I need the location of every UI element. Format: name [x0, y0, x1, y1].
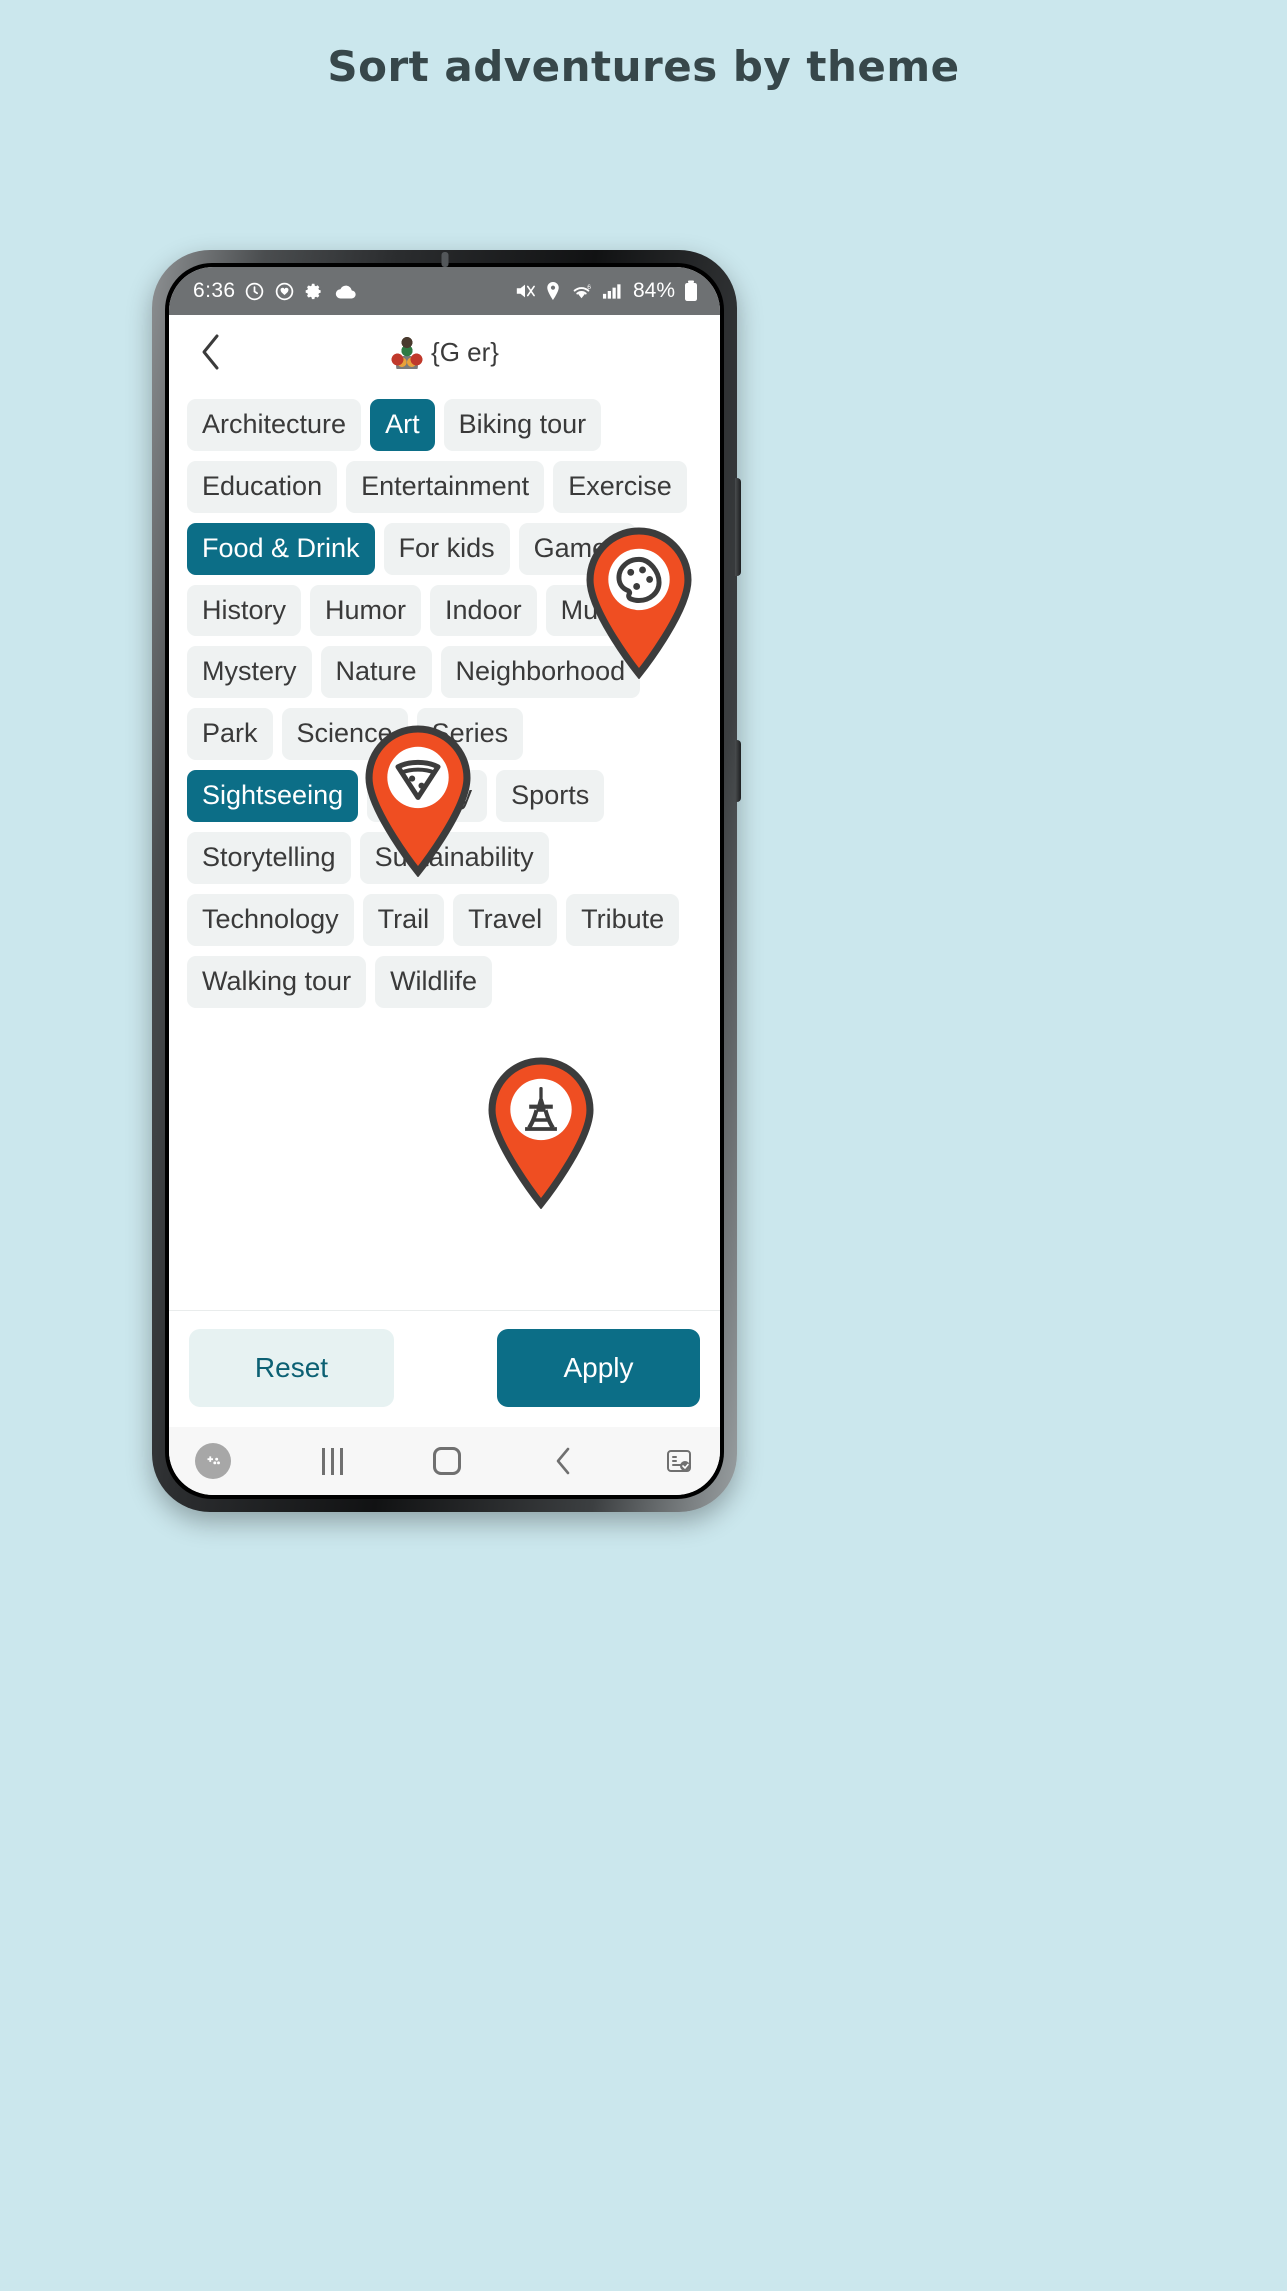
family-icon	[390, 335, 425, 369]
chip-sustainability[interactable]: Sustainability	[359, 832, 549, 884]
signal-icon	[602, 281, 623, 301]
chip-storytelling[interactable]: Storytelling	[187, 832, 351, 884]
keyboard-switch-icon[interactable]	[664, 1446, 694, 1476]
back-button[interactable]	[189, 330, 233, 374]
location-icon	[545, 281, 561, 302]
recents-icon[interactable]	[321, 1447, 343, 1475]
chip-mystery[interactable]: Mystery	[187, 646, 312, 699]
game-launcher-icon[interactable]	[195, 1443, 231, 1479]
chip-art[interactable]: Art	[370, 399, 435, 451]
chip-for-kids[interactable]: For kids	[383, 522, 510, 575]
chip-food-drink[interactable]: Food & Drink	[187, 522, 375, 575]
chip-tribute[interactable]: Tribute	[566, 893, 680, 946]
heart-icon	[274, 281, 295, 302]
chip-container: Architecture Art Biking tour Education Enter…	[187, 399, 702, 1008]
chip-series[interactable]: Series	[416, 708, 524, 761]
chip-architecture[interactable]: Architecture	[187, 399, 362, 451]
chip-history[interactable]: History	[187, 584, 302, 637]
chip-wildlife[interactable]: Wildlife	[375, 955, 493, 1008]
chip-trail[interactable]: Trail	[362, 893, 445, 946]
chip-travel[interactable]: Travel	[453, 893, 558, 946]
power-button[interactable]	[735, 740, 741, 802]
phone-mockup: 6:36 6 84% {G er} Architecture Art Bikin…	[152, 250, 741, 1512]
alarm-icon	[244, 281, 265, 302]
chip-science[interactable]: Science	[281, 708, 408, 761]
app-bar: {G er}	[169, 315, 720, 389]
status-bar-left: 6:36	[193, 279, 358, 303]
home-icon[interactable]	[433, 1447, 461, 1475]
status-bar-right: 6 84%	[514, 279, 698, 303]
chip-walking-tour[interactable]: Walking tour	[187, 955, 367, 1008]
battery-icon	[684, 280, 698, 302]
filter-actions: Reset Apply	[169, 1310, 720, 1427]
chip-biking-tour[interactable]: Biking tour	[443, 399, 602, 451]
chip-park[interactable]: Park	[187, 708, 273, 761]
earpiece-speaker	[441, 252, 448, 267]
volume-button[interactable]	[735, 478, 741, 576]
wifi-icon: 6	[570, 281, 593, 301]
apply-button[interactable]: Apply	[497, 1329, 700, 1407]
chip-sightseeing[interactable]: Sightseeing	[187, 770, 359, 823]
svg-text:6: 6	[587, 284, 591, 291]
theme-filter-list[interactable]: Architecture Art Biking tour Education Enter…	[169, 389, 720, 1310]
chip-spooky[interactable]: Spooky	[367, 770, 488, 823]
page-title: Sort adventures by theme	[327, 42, 960, 91]
phone-screen: 6:36 6 84% {G er} Architecture Art Bikin…	[169, 267, 720, 1495]
cloud-icon	[334, 281, 358, 302]
phone-bezel: 6:36 6 84% {G er} Architecture Art Bikin…	[165, 263, 724, 1499]
chip-education[interactable]: Education	[187, 460, 338, 513]
android-nav-bar	[169, 1427, 720, 1495]
chip-games[interactable]: Games	[518, 522, 636, 575]
app-bar-title: {G er}	[169, 335, 720, 369]
chip-sports[interactable]: Sports	[496, 770, 605, 823]
chip-neighborhood[interactable]: Neighborhood	[440, 646, 641, 699]
status-bar: 6:36 6 84%	[169, 267, 720, 315]
gear-icon	[304, 281, 325, 302]
chip-nature[interactable]: Nature	[320, 646, 432, 699]
back-icon[interactable]	[552, 1446, 574, 1476]
reset-button[interactable]: Reset	[189, 1329, 394, 1407]
chip-humor[interactable]: Humor	[310, 584, 422, 637]
chip-music[interactable]: Music	[545, 584, 647, 637]
chip-indoor[interactable]: Indoor	[430, 584, 537, 637]
status-time: 6:36	[193, 279, 236, 302]
app-bar-title-text: {G er}	[431, 336, 499, 367]
chip-technology[interactable]: Technology	[187, 893, 354, 946]
chip-exercise[interactable]: Exercise	[553, 460, 687, 513]
battery-percent: 84%	[632, 279, 675, 302]
mute-icon	[514, 281, 536, 301]
chip-entertainment[interactable]: Entertainment	[346, 460, 545, 513]
